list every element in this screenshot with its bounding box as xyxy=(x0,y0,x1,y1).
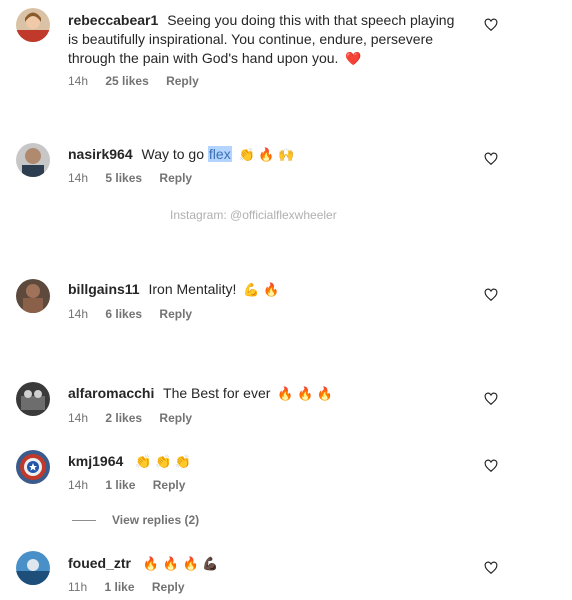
reply-button[interactable]: Reply xyxy=(153,478,186,492)
comment-likes[interactable]: 1 like xyxy=(104,580,134,594)
comment-text: kmj1964 👏 👏 👏 xyxy=(68,452,468,471)
avatar[interactable] xyxy=(16,551,50,585)
emoji-group: 🔥 🔥 🔥 xyxy=(277,386,334,401)
comment-username[interactable]: foued_ztr xyxy=(68,555,131,571)
comment-username[interactable]: billgains11 xyxy=(68,281,140,297)
heart-outline-icon[interactable] xyxy=(484,18,498,32)
heart-outline-icon[interactable] xyxy=(484,288,498,302)
heart-outline-icon[interactable] xyxy=(484,561,498,575)
view-replies-line xyxy=(72,520,96,522)
heart-outline-icon[interactable] xyxy=(484,392,498,406)
view-replies-label: View replies (2) xyxy=(112,513,200,527)
avatar[interactable] xyxy=(16,450,50,484)
reply-button[interactable]: Reply xyxy=(152,580,185,594)
comment-username[interactable]: nasirk964 xyxy=(68,146,133,162)
comment-likes[interactable]: 25 likes xyxy=(105,74,148,88)
comment-text: rebeccabear1 Seeing you doing this with … xyxy=(68,11,468,68)
emoji-group: 👏 👏 👏 xyxy=(135,454,191,469)
emoji-group: 🔥 🔥 🔥 💪🏿 xyxy=(142,556,219,571)
comment-likes[interactable]: 2 likes xyxy=(105,411,142,425)
comment-time[interactable]: 11h xyxy=(68,580,87,594)
comment-body: Iron Mentality! xyxy=(148,281,237,297)
reply-button[interactable]: Reply xyxy=(159,411,192,425)
comment-username[interactable]: rebeccabear1 xyxy=(68,12,158,28)
comment-time[interactable]: 14h xyxy=(68,307,88,321)
reply-button[interactable]: Reply xyxy=(159,307,192,321)
avatar[interactable] xyxy=(16,143,50,177)
highlighted-word: flex xyxy=(207,146,232,162)
watermark: Instagram: @officialflexwheeler xyxy=(170,208,337,222)
comment-time[interactable]: 14h xyxy=(68,478,88,492)
comment-meta: 14h 6 likes Reply xyxy=(68,307,206,321)
comment-time[interactable]: 14h xyxy=(68,74,88,88)
comment-text: alfaromacchi The Best for ever 🔥 🔥 🔥 xyxy=(68,384,468,403)
comment-likes[interactable]: 5 likes xyxy=(105,171,142,185)
comment-text: billgains11 Iron Mentality! 💪 🔥 xyxy=(68,280,468,299)
comment-text: nasirk964 Way to go flex 👏 🔥 🙌 xyxy=(68,145,468,164)
reply-button[interactable]: Reply xyxy=(166,74,199,88)
comment-time[interactable]: 14h xyxy=(68,171,88,185)
heart-outline-icon[interactable] xyxy=(484,152,498,166)
heart-emoji: ❤️ xyxy=(345,51,362,66)
avatar[interactable] xyxy=(16,8,50,42)
comment-text: foued_ztr 🔥 🔥 🔥 💪🏿 xyxy=(68,554,468,573)
comment-username[interactable]: kmj1964 xyxy=(68,453,123,469)
comment-meta: 14h 1 like Reply xyxy=(68,478,199,492)
comment-body: Way to go xyxy=(141,146,205,162)
comment-meta: 14h 2 likes Reply xyxy=(68,411,206,425)
comment-body: The Best for ever xyxy=(163,385,271,401)
comment-meta: 14h 5 likes Reply xyxy=(68,171,206,185)
emoji-group: 👏 🔥 🙌 xyxy=(238,147,295,162)
reply-button[interactable]: Reply xyxy=(159,171,192,185)
view-replies-button[interactable]: View replies (2) xyxy=(72,513,199,527)
comment-likes[interactable]: 1 like xyxy=(105,478,135,492)
avatar[interactable] xyxy=(16,279,50,313)
heart-outline-icon[interactable] xyxy=(484,459,498,473)
comment-meta: 14h 25 likes Reply xyxy=(68,74,213,88)
avatar[interactable] xyxy=(16,382,50,416)
comment-time[interactable]: 14h xyxy=(68,411,88,425)
comment-username[interactable]: alfaromacchi xyxy=(68,385,154,401)
comment-meta: 11h 1 like Reply xyxy=(68,580,199,594)
comment-likes[interactable]: 6 likes xyxy=(105,307,142,321)
emoji-group: 💪 🔥 xyxy=(243,282,280,297)
